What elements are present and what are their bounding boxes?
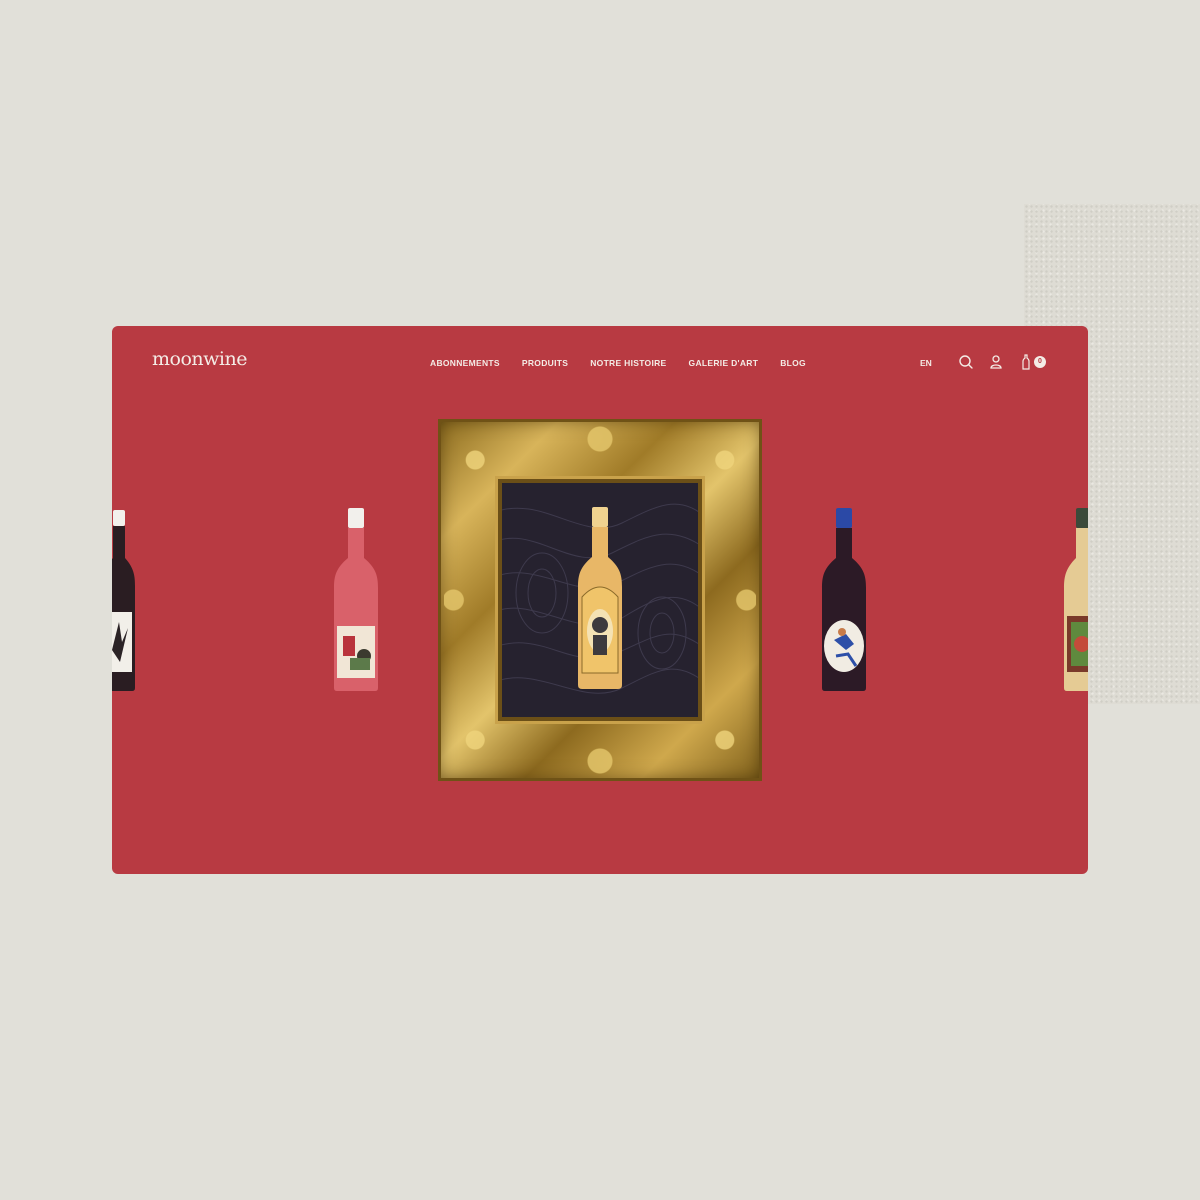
bottle-red-wine-left[interactable] [112, 510, 136, 697]
search-icon[interactable] [958, 354, 974, 370]
nav-blog[interactable]: BLOG [780, 358, 806, 368]
nav-abonnements[interactable]: ABONNEMENTS [430, 358, 500, 368]
bottle-red-wine-blue-capsule[interactable] [820, 508, 868, 697]
cart-count-badge: 0 [1034, 356, 1046, 368]
user-icon[interactable] [988, 354, 1004, 370]
website-window: moonwine ABONNEMENTS PRODUITS NOTRE HIST… [112, 326, 1088, 874]
bottle-cart-icon[interactable] [1018, 354, 1034, 370]
bottle-rose-wine[interactable] [332, 508, 380, 697]
framed-artwork [502, 483, 698, 717]
nav-galerie-art[interactable]: GALERIE D'ART [689, 358, 759, 368]
bottle-white-wine-right[interactable] [1062, 508, 1088, 697]
language-switch[interactable]: EN [920, 358, 932, 368]
bottle-orange-wine-featured[interactable] [576, 507, 624, 696]
moonwine-logo[interactable]: moonwine [152, 348, 247, 370]
nav-produits[interactable]: PRODUITS [522, 358, 568, 368]
gold-picture-frame [438, 419, 762, 781]
main-navigation: ABONNEMENTS PRODUITS NOTRE HISTOIRE GALE… [430, 358, 806, 368]
nav-notre-histoire[interactable]: NOTRE HISTOIRE [590, 358, 666, 368]
